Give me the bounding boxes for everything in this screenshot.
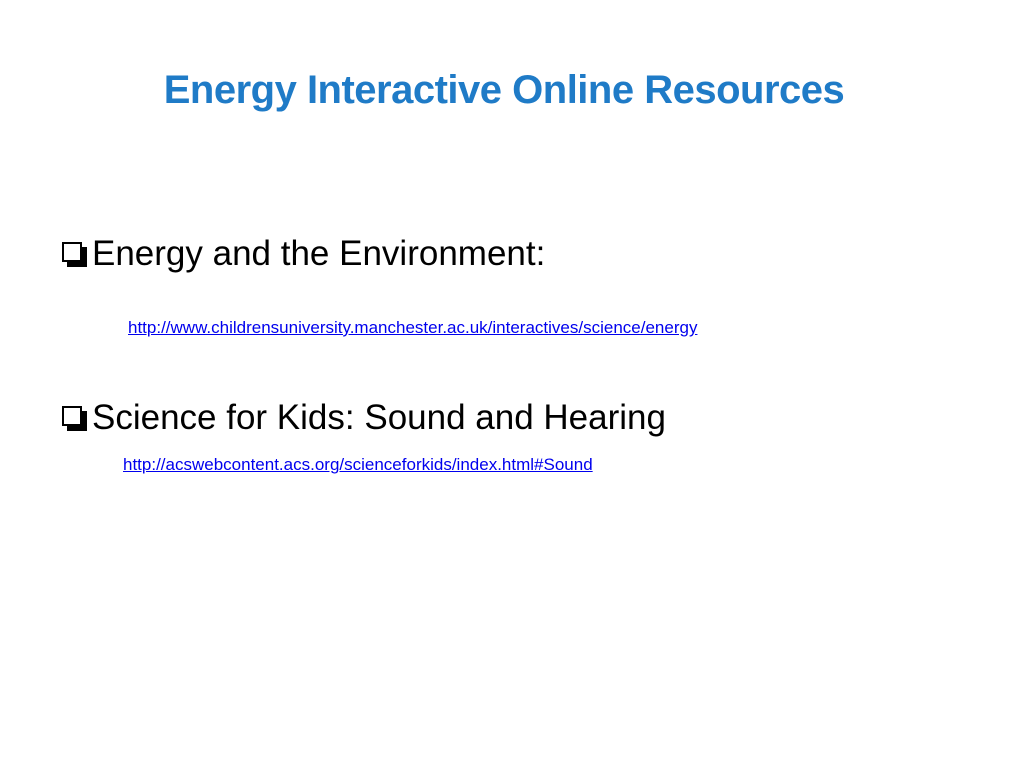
checkbox-icon	[62, 406, 88, 432]
resource-link-energy[interactable]: http://www.childrensuniversity.mancheste…	[128, 318, 697, 338]
slide: Energy Interactive Online Resources Ener…	[0, 0, 1024, 768]
checkbox-icon	[62, 242, 88, 268]
bullet-item-sound-hearing: Science for Kids: Sound and Hearing	[62, 396, 666, 440]
bullet-label: Energy and the Environment:	[92, 234, 546, 273]
slide-title: Energy Interactive Online Resources	[163, 68, 845, 112]
bullet-label: Science for Kids: Sound and Hearing	[92, 398, 666, 437]
bullet-item-energy-environment: Energy and the Environment:	[62, 232, 545, 276]
resource-link-sound[interactable]: http://acswebcontent.acs.org/sciencefork…	[123, 455, 593, 475]
